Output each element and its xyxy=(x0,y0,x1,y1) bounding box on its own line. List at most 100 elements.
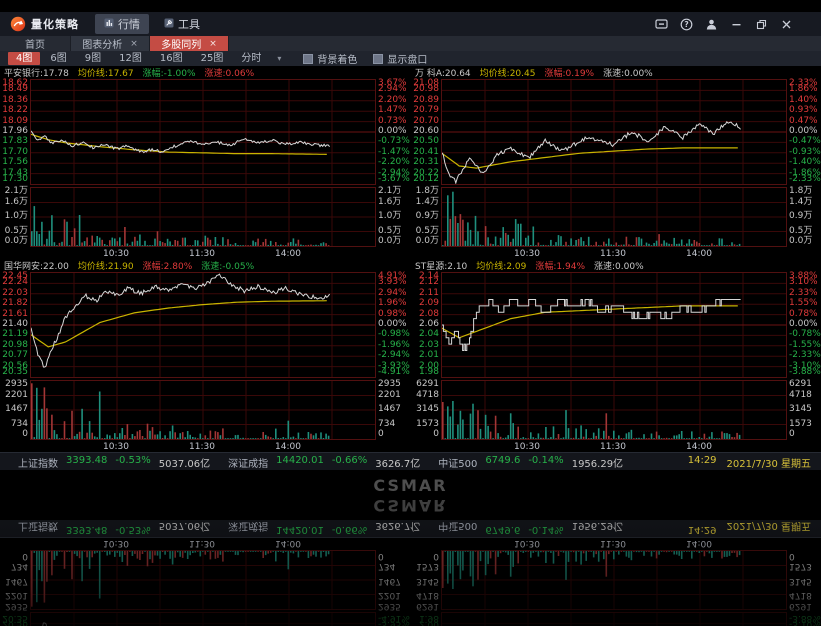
volume-axis-label-right: 6291 xyxy=(789,380,819,388)
index-value: 6749.6 xyxy=(485,455,520,470)
chart-panel-0[interactable]: 平安银行:17.78均价线:17.67涨幅:-1.00%涨速:0.06%18.6… xyxy=(0,66,410,259)
volume-axis-label-right: 3145 xyxy=(789,405,819,413)
price-axis-label-left: 20.98 xyxy=(2,341,28,349)
tab-label: 首页 xyxy=(25,36,45,51)
price-chart-svg xyxy=(30,272,376,378)
price-axis-label-left: 18.36 xyxy=(2,96,28,104)
layout-button-25图[interactable]: 25图 xyxy=(193,52,232,65)
chart-panel-1[interactable]: 万 科A:20.64均价线:20.45涨幅:0.19%涨速:0.00%21.08… xyxy=(411,66,821,259)
time-axis: 10:3011:3014:00 xyxy=(411,248,821,259)
layout-button-6图[interactable]: 6图 xyxy=(42,52,74,65)
price-axis-label-left: 20.79 xyxy=(413,106,439,114)
layout-button-4图[interactable]: 4图 xyxy=(8,52,40,65)
price-axis-label-left: 2.12 xyxy=(413,278,439,286)
toolbar: 4图6图9图12图16图25图分时▾ 背景着色 显示盘口 xyxy=(0,51,821,66)
pct-axis-label-right: -0.73% xyxy=(378,137,408,145)
volume-axis-label-right: 1.8万 xyxy=(789,187,819,195)
csmar-watermark-mirrored: CSMAR xyxy=(373,496,447,515)
chart-panel-2[interactable]: 国华网安:22.00均价线:21.90涨幅:2.80%涨速:-0.05%22.4… xyxy=(0,259,410,452)
menu-item-行情[interactable]: 行情 xyxy=(95,14,149,34)
change-pct-label: 涨幅:1.94% xyxy=(535,259,585,272)
pct-axis-label-right: -2.20% xyxy=(378,158,408,166)
chart-plot[interactable]: 22.454.91%22.243.93%22.032.94%21.821.96%… xyxy=(0,272,410,441)
pct-axis-label-right: 2.20% xyxy=(378,96,408,104)
time-label: 11:30 xyxy=(600,442,626,452)
volume-axis-label-left: 2935 xyxy=(2,380,28,388)
volume-axis-label-right: 0 xyxy=(789,430,819,438)
user-icon[interactable] xyxy=(705,18,718,31)
time-label: 14:00 xyxy=(686,249,712,259)
screen-icon[interactable] xyxy=(655,18,668,31)
tab-多股同列[interactable]: 多股同列× xyxy=(150,36,229,51)
checkbox-box[interactable] xyxy=(373,54,383,64)
volume-axis-label-right: 0 xyxy=(378,430,408,438)
pct-axis-label-right: 1.40% xyxy=(789,96,819,104)
chart-plot[interactable]: 21.082.33%20.981.86%20.891.40%20.790.93%… xyxy=(411,79,821,248)
layout-button-16图[interactable]: 16图 xyxy=(152,52,191,65)
avg-price-label: 均价线:2.09 xyxy=(476,259,526,272)
close-icon[interactable] xyxy=(780,18,793,31)
window-controls: ? xyxy=(655,18,811,31)
index-amount: 1956.29亿 xyxy=(572,455,623,470)
chart-header: 万 科A:20.64均价线:20.45涨幅:0.19%涨速:0.00% xyxy=(411,66,821,79)
help-icon[interactable]: ? xyxy=(680,18,693,31)
pct-axis-label-right: -3.67% xyxy=(378,175,408,183)
volume-chart-svg xyxy=(30,187,376,247)
price-axis-label-left: 20.12 xyxy=(413,175,439,183)
volume-axis-label-left: 3145 xyxy=(413,405,439,413)
layout-dropdown-caret[interactable]: ▾ xyxy=(271,54,287,63)
pct-axis-label-right: -0.98% xyxy=(378,330,408,338)
volume-axis-label-left: 6291 xyxy=(413,380,439,388)
minimize-icon[interactable] xyxy=(730,18,743,31)
tab-close-icon[interactable]: × xyxy=(209,39,217,49)
change-speed-label: 涨速:0.00% xyxy=(603,66,653,79)
chart-plot[interactable]: 18.623.67%18.492.94%18.362.20%18.221.47%… xyxy=(0,79,410,248)
volume-axis-label-left: 1467 xyxy=(2,405,28,413)
change-speed-label: 涨速:-0.05% xyxy=(201,259,254,272)
change-speed-label: 涨速:0.00% xyxy=(594,259,644,272)
layout-button-分时[interactable]: 分时 xyxy=(233,52,269,65)
checkbox-显示盘口[interactable]: 显示盘口 xyxy=(373,51,427,66)
pct-axis-label-right: 0.47% xyxy=(789,117,819,125)
chart-plot[interactable]: 2.143.88%2.123.10%2.112.33%2.091.55%2.08… xyxy=(411,272,821,441)
avg-price-label: 均价线:21.90 xyxy=(78,259,134,272)
pct-axis-label-right: -3.88% xyxy=(789,368,819,376)
csmar-watermark: CSMAR xyxy=(373,476,447,495)
layout-button-9图[interactable]: 9图 xyxy=(77,52,109,65)
layout-button-12图[interactable]: 12图 xyxy=(111,52,150,65)
restore-icon[interactable] xyxy=(755,18,768,31)
pct-axis-label-right: -1.47% xyxy=(378,148,408,156)
price-axis-label-left: 18.49 xyxy=(2,85,28,93)
menu-item-工具[interactable]: 工具 xyxy=(155,14,209,34)
price-axis-label-left: 21.82 xyxy=(2,299,28,307)
price-axis-label-left: 20.41 xyxy=(413,148,439,156)
volume-axis-label-right: 2935 xyxy=(378,380,408,388)
tab-图表分析[interactable]: 图表分析× xyxy=(71,36,150,51)
pct-axis-label-right: -1.96% xyxy=(378,341,408,349)
pct-axis-label-right: 2.94% xyxy=(378,85,408,93)
volume-axis-label-right: 2.1万 xyxy=(378,187,408,195)
volume-axis-label-left: 0 xyxy=(413,430,439,438)
checkbox-box[interactable] xyxy=(303,54,313,64)
checkbox-背景着色[interactable]: 背景着色 xyxy=(303,51,357,66)
chart-panel-3[interactable]: ST星源:2.10均价线:2.09涨幅:1.94%涨速:0.00%2.143.8… xyxy=(411,259,821,452)
pct-axis-label-right: 1.86% xyxy=(789,85,819,93)
tab-bar: 首页 图表分析×多股同列× xyxy=(0,36,821,51)
price-axis-label-left: 22.03 xyxy=(2,289,28,297)
tab-首页[interactable]: 首页 xyxy=(0,36,71,51)
volume-axis-label-right: 0.0万 xyxy=(789,237,819,245)
volume-axis-label-left: 2201 xyxy=(2,391,28,399)
volume-axis-label-left: 0.0万 xyxy=(413,237,439,245)
index-上证指数: 上证指数3393.48-0.53%5037.06亿 xyxy=(18,455,210,470)
index-summaries: 上证指数3393.48-0.53%5037.06亿深证成指14420.01-0.… xyxy=(18,455,633,470)
pct-axis-label-right: -2.33% xyxy=(789,175,819,183)
pct-axis-label-right: 0.73% xyxy=(378,117,408,125)
tab-close-icon[interactable]: × xyxy=(130,39,138,49)
price-axis-label-left: 17.96 xyxy=(2,127,28,135)
volume-chart-svg xyxy=(441,380,787,440)
volume-axis-label-right: 4718 xyxy=(789,391,819,399)
volume-axis-label-left: 1573 xyxy=(413,420,439,428)
svg-text:?: ? xyxy=(684,20,688,29)
time-axis: 10:3011:3014:00 xyxy=(411,441,821,452)
price-axis-label-left: 2.04 xyxy=(413,330,439,338)
